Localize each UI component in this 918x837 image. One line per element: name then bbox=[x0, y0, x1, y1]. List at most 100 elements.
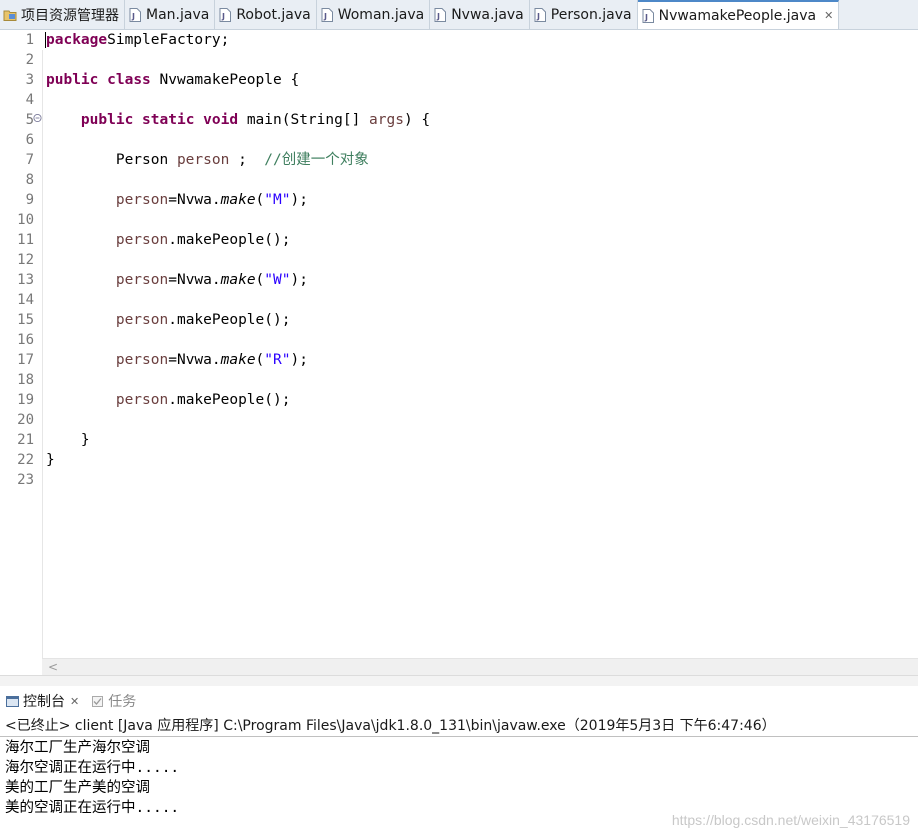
variable-token: person bbox=[115, 392, 169, 408]
console-output-line: 美的工厂生产美的空调 bbox=[5, 780, 150, 796]
svg-text:J: J bbox=[436, 12, 440, 21]
code-lines[interactable]: 1 packageSimpleFactory; 2 3 public class Nvw… bbox=[0, 30, 918, 490]
tab-man-java[interactable]: J Man.java bbox=[125, 0, 216, 29]
code-line[interactable]: 23 bbox=[0, 470, 918, 490]
tab-nvwamakepeople-java[interactable]: J NvwamakePeople.java ✕ bbox=[637, 0, 840, 29]
code-line[interactable]: 9 person=Nvwa.make("M"); bbox=[0, 190, 918, 210]
code-line[interactable]: 14 bbox=[0, 290, 918, 310]
code-token: ); bbox=[290, 192, 308, 208]
code-token: make bbox=[220, 192, 256, 208]
line-number: 20 bbox=[17, 412, 34, 428]
console-output-line: 海尔空调正在运行中..... bbox=[5, 760, 180, 776]
code-line[interactable]: 10 bbox=[0, 210, 918, 230]
tab-label: Nvwa.java bbox=[451, 6, 524, 23]
horizontal-scrollbar[interactable]: < bbox=[42, 658, 918, 676]
code-line[interactable]: 2 bbox=[0, 50, 918, 70]
tab-tasks[interactable]: 任务 bbox=[85, 691, 142, 711]
variable-token: person bbox=[115, 312, 169, 328]
line-number: 4 bbox=[25, 92, 34, 108]
keyword-token: void bbox=[203, 112, 239, 128]
code-text: person=Nvwa.make("R"); bbox=[46, 350, 308, 370]
code-line[interactable]: 4 bbox=[0, 90, 918, 110]
tab-console[interactable]: 控制台 ✕ bbox=[0, 691, 85, 711]
tab-woman-java[interactable]: J Woman.java bbox=[317, 0, 431, 29]
tab-tasks-label: 任务 bbox=[108, 694, 137, 710]
code-token: ( bbox=[255, 272, 265, 288]
java-file-icon: J bbox=[218, 7, 232, 22]
code-line[interactable]: 13 person=Nvwa.make("W"); bbox=[0, 270, 918, 290]
string-token: "R" bbox=[264, 352, 291, 368]
line-number: 2 bbox=[25, 52, 34, 68]
close-icon[interactable]: ✕ bbox=[824, 9, 833, 22]
tab-label: Man.java bbox=[146, 6, 210, 23]
code-line[interactable]: 6 bbox=[0, 130, 918, 150]
code-token: =Nvwa. bbox=[168, 272, 221, 288]
code-token: } bbox=[46, 432, 90, 448]
code-line[interactable]: 12 bbox=[0, 250, 918, 270]
code-token: main(String[] bbox=[238, 112, 370, 128]
text-caret bbox=[45, 32, 46, 48]
keyword-token: package bbox=[46, 32, 108, 48]
svg-text:J: J bbox=[644, 13, 648, 22]
line-number: 21 bbox=[17, 432, 34, 448]
code-line[interactable]: 5 public static void main(String[] args)… bbox=[0, 110, 918, 130]
code-text: person.makePeople(); bbox=[46, 230, 291, 250]
line-number: 18 bbox=[17, 372, 34, 388]
panel-divider[interactable] bbox=[0, 675, 918, 686]
line-number: 14 bbox=[17, 292, 34, 308]
svg-text:J: J bbox=[131, 12, 135, 21]
code-line[interactable]: 18 bbox=[0, 370, 918, 390]
java-file-icon: J bbox=[533, 7, 547, 22]
code-line[interactable]: 22} bbox=[0, 450, 918, 470]
code-token: ); bbox=[290, 352, 308, 368]
code-line[interactable]: 7 Person person ; //创建一个对象 bbox=[0, 150, 918, 170]
code-text: public static void main(String[] args) { bbox=[46, 110, 430, 130]
svg-text:J: J bbox=[323, 12, 327, 21]
tab-console-label: 控制台 bbox=[23, 694, 65, 710]
line-number: 19 bbox=[17, 392, 34, 408]
code-token: =Nvwa. bbox=[168, 352, 221, 368]
string-token: "W" bbox=[264, 272, 291, 288]
close-icon[interactable]: ✕ bbox=[70, 695, 79, 708]
code-line[interactable]: 3 public class NvwamakePeople { bbox=[0, 70, 918, 90]
code-line[interactable]: 8 bbox=[0, 170, 918, 190]
code-text: } bbox=[46, 450, 55, 470]
tab-nvwa-java[interactable]: J Nvwa.java bbox=[430, 0, 530, 29]
line-number: 13 bbox=[17, 272, 34, 288]
code-line[interactable]: 20 bbox=[0, 410, 918, 430]
code-token: =Nvwa. bbox=[168, 192, 221, 208]
code-token: } bbox=[46, 452, 55, 468]
code-line[interactable]: 16 bbox=[0, 330, 918, 350]
code-line[interactable]: 19 person.makePeople(); bbox=[0, 390, 918, 410]
tasks-icon bbox=[91, 695, 104, 708]
code-text: person=Nvwa.make("M"); bbox=[46, 190, 308, 210]
line-number: 22 bbox=[17, 452, 34, 468]
tab-robot-java[interactable]: J Robot.java bbox=[215, 0, 317, 29]
scroll-left-arrow-icon[interactable]: < bbox=[48, 659, 58, 676]
svg-text:J: J bbox=[536, 12, 540, 21]
code-line[interactable]: 21 } bbox=[0, 430, 918, 450]
code-line[interactable]: 11 person.makePeople(); bbox=[0, 230, 918, 250]
code-line[interactable]: 17 person=Nvwa.make("R"); bbox=[0, 350, 918, 370]
line-number: 17 bbox=[17, 352, 34, 368]
variable-token: person bbox=[115, 232, 169, 248]
code-token: SimpleFactory; bbox=[107, 32, 230, 48]
tab-person-java[interactable]: J Person.java bbox=[530, 0, 638, 29]
code-editor[interactable]: 1 packageSimpleFactory; 2 3 public class Nvw… bbox=[0, 30, 918, 658]
line-number: 9 bbox=[25, 192, 34, 208]
watermark: https://blog.csdn.net/weixin_43176519 bbox=[671, 812, 910, 828]
code-line[interactable]: 15 person.makePeople(); bbox=[0, 310, 918, 330]
tab-label: NvwamakePeople.java bbox=[658, 7, 817, 24]
editor-tab-bar: 项目资源管理器 J Man.java J Robot.java J Woman.java J N… bbox=[0, 0, 918, 30]
code-text: packageSimpleFactory; bbox=[46, 30, 229, 50]
code-token: NvwamakePeople { bbox=[150, 72, 300, 88]
line-number: 16 bbox=[17, 332, 34, 348]
tab-project-explorer[interactable]: 项目资源管理器 bbox=[0, 0, 125, 29]
console-icon bbox=[6, 695, 19, 708]
code-token: ( bbox=[255, 352, 265, 368]
code-line[interactable]: 1 packageSimpleFactory; bbox=[0, 30, 918, 50]
console-output-line: 海尔工厂生产海尔空调 bbox=[5, 740, 150, 756]
